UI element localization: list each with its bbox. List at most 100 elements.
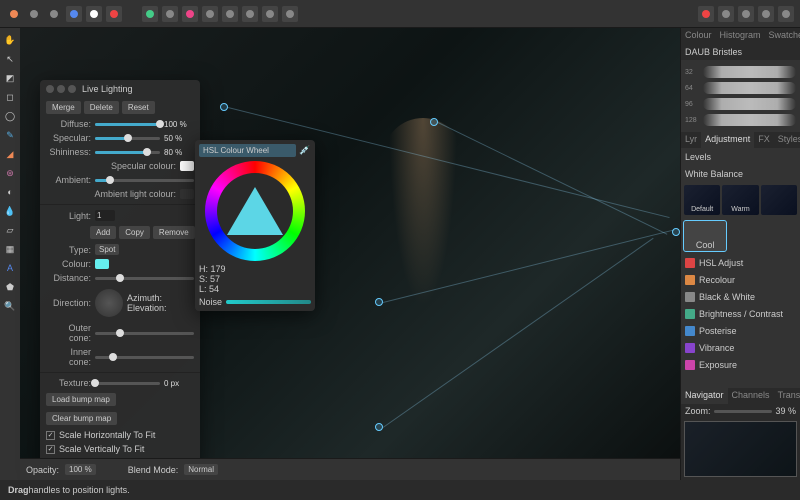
- scale-h-checkbox[interactable]: ✓: [46, 431, 55, 440]
- colour-mode-select[interactable]: HSL Colour Wheel: [199, 144, 296, 157]
- merge-button[interactable]: Merge: [46, 101, 81, 114]
- colour-wheel[interactable]: [205, 161, 305, 261]
- tab-colour[interactable]: Colour: [681, 28, 716, 44]
- tab-histogram[interactable]: Histogram: [716, 28, 765, 44]
- scale-v-checkbox[interactable]: ✓: [46, 445, 55, 454]
- ambient-slider[interactable]: [95, 179, 194, 182]
- direction-control[interactable]: [95, 289, 123, 317]
- light-index-input[interactable]: 1: [95, 210, 115, 221]
- specular-slider[interactable]: [95, 137, 160, 140]
- blur-tool-icon[interactable]: 💧: [2, 203, 18, 219]
- tab-swatches[interactable]: Swatches: [765, 28, 800, 44]
- adjustment-recolour[interactable]: Recolour: [681, 271, 800, 288]
- load-bump-button[interactable]: Load bump map: [46, 393, 116, 406]
- brush-preset[interactable]: 64: [685, 80, 796, 96]
- reset-button[interactable]: Reset: [122, 101, 155, 114]
- preset-default[interactable]: Default: [684, 185, 720, 215]
- adjustment-hsl-adjust[interactable]: HSL Adjust: [681, 254, 800, 271]
- minus-icon[interactable]: [718, 6, 734, 22]
- brush-preset[interactable]: 32: [685, 64, 796, 80]
- add-light-button[interactable]: Add: [90, 226, 116, 239]
- tab-navigator[interactable]: Navigator: [681, 388, 728, 404]
- shininess-slider[interactable]: [95, 151, 160, 154]
- adjustment-levels[interactable]: Levels: [681, 148, 800, 165]
- adjustment-vibrance[interactable]: Vibrance: [681, 339, 800, 356]
- hand-tool-icon[interactable]: ✋: [2, 32, 18, 48]
- assist-icon[interactable]: [202, 6, 218, 22]
- nav-icon[interactable]: [162, 6, 178, 22]
- rgb-icon[interactable]: [106, 6, 122, 22]
- crop-icon[interactable]: [758, 6, 774, 22]
- brush-tool-icon[interactable]: ✎: [2, 127, 18, 143]
- delete-button[interactable]: Delete: [84, 101, 119, 114]
- text-tool-icon[interactable]: A: [2, 260, 18, 276]
- rotate-icon[interactable]: [778, 6, 794, 22]
- light-type-select[interactable]: Spot: [95, 244, 119, 255]
- share-icon[interactable]: [142, 6, 158, 22]
- sync-icon[interactable]: [698, 6, 714, 22]
- crop-tool-icon[interactable]: ◩: [2, 70, 18, 86]
- tab-adjustment[interactable]: Adjustment: [701, 132, 754, 148]
- brush-preset[interactable]: 96: [685, 96, 796, 112]
- grid-icon[interactable]: [242, 6, 258, 22]
- fill-tool-icon[interactable]: ◢: [2, 146, 18, 162]
- preset-warm[interactable]: Warm: [722, 185, 758, 215]
- copy-light-button[interactable]: Copy: [119, 226, 150, 239]
- marquee-tool-icon[interactable]: ◻: [2, 89, 18, 105]
- adjustment-white-balance[interactable]: White Balance: [681, 165, 800, 182]
- preset-blank[interactable]: [761, 185, 797, 215]
- noise-slider[interactable]: [226, 300, 311, 304]
- app-icon[interactable]: [6, 6, 22, 22]
- move-tool-icon[interactable]: ↖: [2, 51, 18, 67]
- clone-tool-icon[interactable]: ⊛: [2, 165, 18, 181]
- navigator-preview[interactable]: [684, 421, 797, 477]
- blend-mode-select[interactable]: Normal: [184, 464, 218, 475]
- light-handle[interactable]: [220, 103, 228, 111]
- gear-icon[interactable]: [46, 6, 62, 22]
- remove-light-button[interactable]: Remove: [153, 226, 195, 239]
- gradient-tool-icon[interactable]: ◐: [2, 184, 18, 200]
- preset-cool[interactable]: Cool: [684, 221, 726, 251]
- specular-colour-swatch[interactable]: [180, 161, 194, 171]
- ambient-colour-swatch[interactable]: [180, 189, 194, 199]
- layers-icon[interactable]: [66, 6, 82, 22]
- mask-icon[interactable]: [262, 6, 278, 22]
- brush-preset[interactable]: 128: [685, 112, 796, 128]
- adjustment-black-white[interactable]: Black & White: [681, 288, 800, 305]
- contrast-icon[interactable]: [86, 6, 102, 22]
- diffuse-slider[interactable]: [95, 123, 160, 126]
- outer-cone-slider[interactable]: [95, 332, 194, 335]
- personas-icon[interactable]: [182, 6, 198, 22]
- adjustment-brightness-contrast[interactable]: Brightness / Contrast: [681, 305, 800, 322]
- adjustment-exposure[interactable]: Exposure: [681, 356, 800, 373]
- light-colour-swatch[interactable]: [95, 259, 109, 269]
- texture-slider[interactable]: [95, 382, 160, 385]
- light-handle[interactable]: [375, 298, 383, 306]
- window-controls[interactable]: [46, 85, 76, 93]
- zoom-tool-icon[interactable]: 🔍: [2, 298, 18, 314]
- clear-bump-button[interactable]: Clear bump map: [46, 412, 117, 425]
- tab-styles[interactable]: Styles: [774, 132, 800, 148]
- distance-slider[interactable]: [95, 277, 194, 280]
- adjust-icon[interactable]: [738, 6, 754, 22]
- shape-tool-icon[interactable]: ⬟: [2, 279, 18, 295]
- tab-fx[interactable]: FX: [754, 132, 774, 148]
- zoom-slider[interactable]: [714, 410, 773, 413]
- inner-cone-slider[interactable]: [95, 356, 194, 359]
- circle-icon[interactable]: [26, 6, 42, 22]
- light-handle[interactable]: [375, 423, 383, 431]
- snap-icon[interactable]: [222, 6, 238, 22]
- layer-opacity-select[interactable]: 100 %: [65, 464, 96, 475]
- tab-transform[interactable]: Transform: [774, 388, 800, 404]
- light-handle[interactable]: [430, 118, 438, 126]
- selection-tool-icon[interactable]: ▦: [2, 241, 18, 257]
- tab-lyr[interactable]: Lyr: [681, 132, 701, 148]
- tab-channels[interactable]: Channels: [728, 388, 774, 404]
- adjustment-posterise[interactable]: Posterise: [681, 322, 800, 339]
- lasso-tool-icon[interactable]: ◯: [2, 108, 18, 124]
- eraser-tool-icon[interactable]: ▱: [2, 222, 18, 238]
- marquee-icon[interactable]: [282, 6, 298, 22]
- light-source-handle[interactable]: [672, 228, 680, 236]
- eyedropper-icon[interactable]: 💉: [299, 145, 311, 157]
- top-toolbar: [0, 0, 800, 28]
